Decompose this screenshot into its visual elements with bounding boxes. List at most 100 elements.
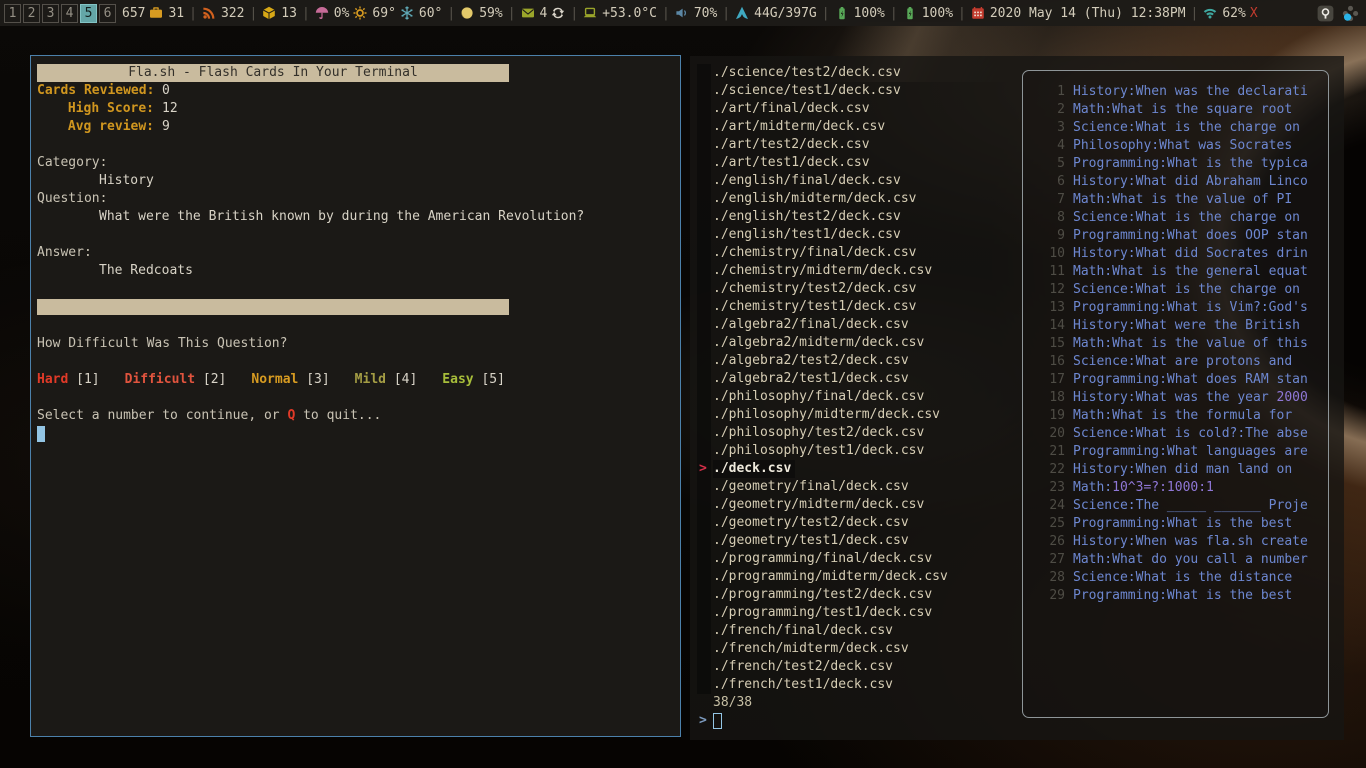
preview-line-text: History:What did Abraham Linco <box>1073 173 1308 191</box>
file-row[interactable]: ./chemistry/midterm/deck.csv <box>697 262 948 280</box>
file-row[interactable]: ./geometry/final/deck.csv <box>697 478 948 496</box>
preview-line-number: 1 <box>1029 83 1065 101</box>
preview-line-text: Science:What is cold?:The abse <box>1073 425 1308 443</box>
pointer-icon <box>697 532 713 550</box>
quit-hint: Select a number to continue, or Q to qui… <box>37 407 680 425</box>
module-text: X <box>1250 6 1258 21</box>
file-row[interactable]: ./art/test1/deck.csv <box>697 154 948 172</box>
status-module: 322 <box>202 6 244 21</box>
workspace-button[interactable]: 4 <box>61 4 78 23</box>
difficulty-option-key: [5] <box>481 372 504 387</box>
workspace-button[interactable]: 3 <box>42 4 59 23</box>
file-path: ./algebra2/test2/deck.csv <box>713 352 909 370</box>
preview-line-number: 8 <box>1029 209 1065 227</box>
status-module: 44G/397G <box>735 6 817 21</box>
pointer-icon <box>697 370 713 388</box>
status-modules: 657 31 | 322 | 13 | 0% 69° 60° <box>122 6 1315 21</box>
difficulty-option[interactable]: Normal [3] <box>251 371 329 389</box>
fzf-prompt[interactable]: > <box>697 712 722 730</box>
arch-icon <box>735 6 749 20</box>
status-module: 62% <box>1203 6 1245 21</box>
status-module: 13 <box>262 6 297 21</box>
preview-number-token: 10^3=?:1000:1 <box>1112 479 1214 497</box>
workspace-button[interactable]: 1 <box>4 4 21 23</box>
file-row[interactable]: ./art/test2/deck.csv <box>697 136 948 154</box>
file-row[interactable]: ./chemistry/test2/deck.csv <box>697 280 948 298</box>
file-row[interactable]: ./chemistry/test1/deck.csv <box>697 298 948 316</box>
file-row[interactable]: ./geometry/test1/deck.csv <box>697 532 948 550</box>
file-row[interactable]: ./science/test1/deck.csv <box>697 82 948 100</box>
preview-line-number: 23 <box>1029 479 1065 497</box>
difficulty-option[interactable]: Easy [5] <box>442 371 505 389</box>
difficulty-option[interactable]: Difficult [2] <box>125 371 227 389</box>
module-text: | <box>569 6 579 21</box>
module-text: 69° <box>372 6 395 21</box>
file-row[interactable]: ./english/test2/deck.csv <box>697 208 948 226</box>
file-row[interactable]: ./chemistry/final/deck.csv <box>697 244 948 262</box>
file-row[interactable]: ./programming/test1/deck.csv <box>697 604 948 622</box>
preview-line: 15Math:What is the value of this <box>1029 335 1328 353</box>
keyhole-tray-icon[interactable] <box>1315 3 1335 23</box>
file-row[interactable]: ./geometry/test2/deck.csv <box>697 514 948 532</box>
pointer-icon <box>697 550 713 568</box>
file-row[interactable]: ./programming/final/deck.csv <box>697 550 948 568</box>
status-module: 4 <box>521 6 548 21</box>
workspace-button[interactable]: 6 <box>99 4 116 23</box>
preview-line-text: Philosophy:What was Socrates <box>1073 137 1292 155</box>
difficulty-option-label: Hard <box>37 372 68 387</box>
file-row[interactable]: ./algebra2/midterm/deck.csv <box>697 334 948 352</box>
module-text: | <box>301 6 311 21</box>
file-row[interactable]: ./art/midterm/deck.csv <box>697 118 948 136</box>
pointer-icon <box>697 172 713 190</box>
pointer-icon <box>697 352 713 370</box>
preview-line-number: 11 <box>1029 263 1065 281</box>
file-row[interactable]: ./algebra2/test2/deck.csv <box>697 352 948 370</box>
difficulty-option[interactable]: Hard [1] <box>37 371 100 389</box>
file-row[interactable]: ./philosophy/test2/deck.csv <box>697 424 948 442</box>
pointer-icon <box>697 676 713 694</box>
file-row[interactable]: ./english/final/deck.csv <box>697 172 948 190</box>
file-row[interactable]: ./french/midterm/deck.csv <box>697 640 948 658</box>
file-row[interactable]: ./french/test1/deck.csv <box>697 676 948 694</box>
file-path: ./algebra2/final/deck.csv <box>713 316 909 334</box>
file-row[interactable]: ./french/final/deck.csv <box>697 622 948 640</box>
spinner-tray-icon[interactable] <box>1340 3 1360 23</box>
file-row[interactable]: ./science/test2/deck.csv <box>697 64 948 82</box>
file-row[interactable]: ./programming/test2/deck.csv <box>697 586 948 604</box>
file-path: ./programming/final/deck.csv <box>713 550 932 568</box>
file-row[interactable]: ./philosophy/final/deck.csv <box>697 388 948 406</box>
flashcard-terminal-window[interactable]: Fla.sh - Flash Cards In Your Terminal Ca… <box>30 55 681 737</box>
preview-line: 6History:What did Abraham Linco <box>1029 173 1328 191</box>
difficulty-option[interactable]: Mild [4] <box>355 371 418 389</box>
difficulty-option-label: Mild <box>355 372 386 387</box>
file-path: ./geometry/midterm/deck.csv <box>713 496 924 514</box>
pointer-icon <box>697 64 713 82</box>
category-value: History <box>37 172 680 190</box>
file-row[interactable]: ./algebra2/final/deck.csv <box>697 316 948 334</box>
file-row[interactable]: ./geometry/midterm/deck.csv <box>697 496 948 514</box>
file-row[interactable]: ./french/test2/deck.csv <box>697 658 948 676</box>
preview-line-text: Programming:What is the best <box>1073 515 1292 533</box>
pointer-icon <box>697 442 713 460</box>
file-row[interactable]: ./programming/midterm/deck.csv <box>697 568 948 586</box>
file-row[interactable]: ./english/midterm/deck.csv <box>697 190 948 208</box>
file-row[interactable]: >./deck.csv <box>697 460 948 478</box>
preview-line-text: Science:What are protons and <box>1073 353 1292 371</box>
workspace-button[interactable]: 2 <box>23 4 40 23</box>
file-row[interactable]: ./english/test1/deck.csv <box>697 226 948 244</box>
system-tray <box>1315 3 1362 23</box>
fzf-terminal-window[interactable]: ./science/test2/deck.csv./science/test1/… <box>690 56 1344 740</box>
file-row[interactable]: ./art/final/deck.csv <box>697 100 948 118</box>
preview-line: 21Programming:What languages are <box>1029 443 1328 461</box>
rss-icon <box>202 6 216 20</box>
file-path: ./science/test1/deck.csv <box>713 82 901 100</box>
preview-line-number: 28 <box>1029 569 1065 587</box>
file-row[interactable]: ./philosophy/midterm/deck.csv <box>697 406 948 424</box>
file-row[interactable]: ./philosophy/test1/deck.csv <box>697 442 948 460</box>
workspace-button[interactable]: 5 <box>80 4 97 23</box>
preview-line: 27Math:What do you call a number <box>1029 551 1328 569</box>
preview-line-text: History:When did man land on <box>1073 461 1292 479</box>
battery-icon <box>835 6 849 20</box>
stat-row: High Score:12 <box>37 100 680 118</box>
file-row[interactable]: ./algebra2/test1/deck.csv <box>697 370 948 388</box>
